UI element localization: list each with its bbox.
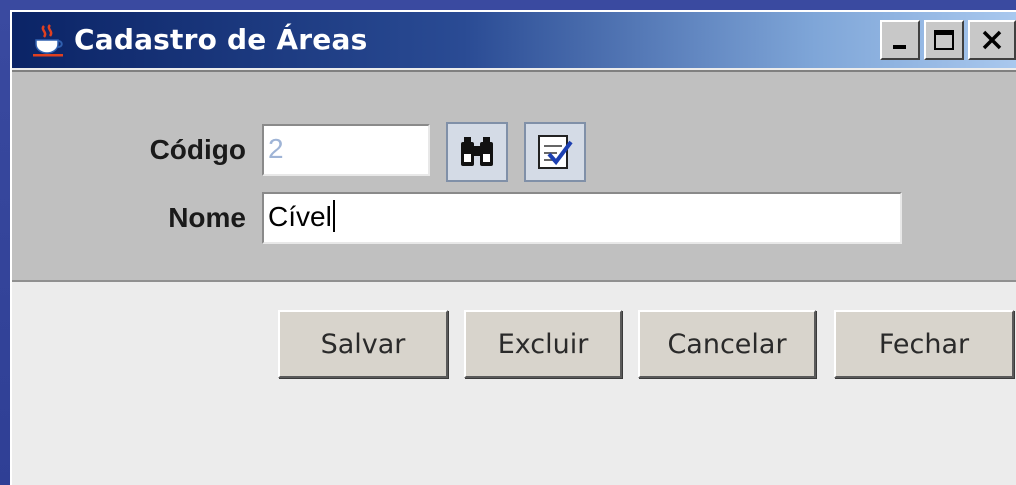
binoculars-icon (461, 137, 493, 166)
text-caret (332, 200, 335, 232)
close-button[interactable] (968, 20, 1016, 60)
excluir-button[interactable]: Excluir (464, 310, 622, 378)
maximize-icon (934, 30, 954, 50)
codigo-field[interactable]: 2 (262, 124, 430, 176)
close-icon (982, 30, 1002, 50)
codigo-value: 2 (268, 133, 284, 164)
cancelar-button[interactable]: Cancelar (638, 310, 816, 378)
fechar-button[interactable]: Fechar (834, 310, 1014, 378)
maximize-button[interactable] (924, 20, 964, 60)
form-panel: Código 2 Nome Cível (12, 70, 1016, 282)
title-bar[interactable]: Cadastro de Áreas (12, 12, 1016, 68)
java-cup-icon (33, 24, 63, 57)
nome-field[interactable]: Cível (262, 192, 902, 244)
select-button[interactable] (524, 122, 586, 182)
minimize-button[interactable] (880, 20, 920, 60)
salvar-button[interactable]: Salvar (278, 310, 448, 378)
checklist-icon (538, 135, 573, 169)
minimize-icon (893, 45, 906, 49)
nome-label: Nome (168, 202, 246, 233)
cadastro-window: Cadastro de Áreas Código 2 Nome Cível Sa… (10, 10, 1016, 485)
search-button[interactable] (446, 122, 508, 182)
codigo-label: Código (149, 134, 246, 165)
window-title: Cadastro de Áreas (74, 23, 368, 56)
nome-value: Cível (268, 201, 332, 232)
